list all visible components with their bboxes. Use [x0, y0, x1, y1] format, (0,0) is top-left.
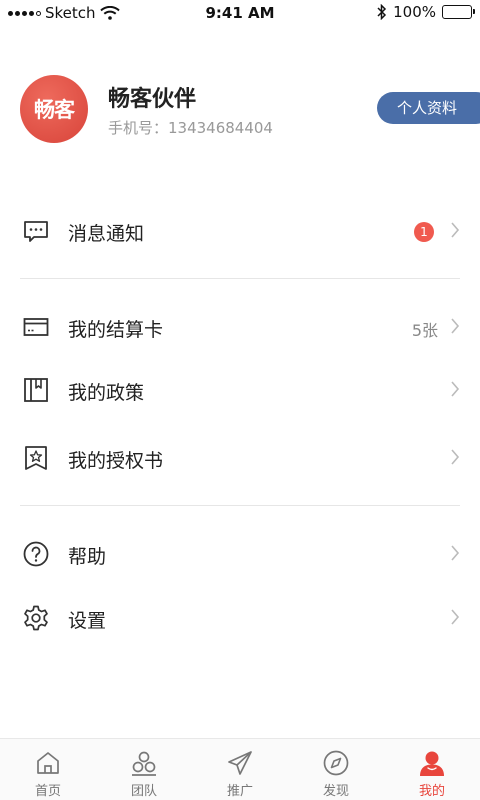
- menu-item-card[interactable]: 我的结算卡 5张: [0, 299, 480, 355]
- divider: [20, 278, 460, 279]
- tab-team[interactable]: 团队: [96, 739, 192, 800]
- menu-label-help: 帮助: [68, 546, 107, 568]
- authorization-icon: [25, 446, 47, 470]
- menu-label-card: 我的结算卡: [68, 319, 164, 341]
- tab-promote[interactable]: 推广: [192, 739, 288, 800]
- home-icon: [37, 752, 59, 774]
- avatar[interactable]: 畅客: [20, 75, 88, 143]
- menu-label-authorization: 我的授权书: [68, 450, 164, 472]
- menu-label-settings: 设置: [68, 610, 107, 632]
- tab-label-mine: 我的: [418, 784, 445, 799]
- chevron-right-icon: [451, 318, 460, 334]
- chevron-right-icon: [451, 449, 460, 465]
- menu-item-authorization[interactable]: 我的授权书: [0, 430, 480, 486]
- avatar-text: 畅客: [34, 98, 75, 122]
- bottom-nav: 首页 团队 推广 发现 我的: [0, 738, 480, 800]
- message-icon: [24, 221, 48, 242]
- help-icon: [23, 541, 49, 567]
- tab-label-promote: 推广: [226, 784, 253, 799]
- tab-label-team: 团队: [130, 784, 157, 799]
- tab-home[interactable]: 首页: [0, 739, 96, 800]
- paper-plane-icon: [228, 751, 252, 775]
- menu-label-policy: 我的政策: [68, 382, 145, 404]
- chevron-right-icon: [451, 609, 460, 625]
- card-count: 5张: [411, 321, 438, 340]
- chevron-right-icon: [451, 381, 460, 397]
- menu-item-messages[interactable]: 消息通知 1: [0, 203, 480, 259]
- notification-badge: 1: [414, 222, 434, 242]
- profile-header: 畅客 畅客伙伴 手机号：13434684404 个人资料: [0, 75, 480, 145]
- user-name: 畅客伙伴: [108, 87, 197, 112]
- tab-discover[interactable]: 发现: [288, 739, 384, 800]
- profile-button[interactable]: 个人资料: [377, 92, 480, 124]
- chevron-right-icon: [451, 545, 460, 561]
- card-icon: [23, 318, 49, 336]
- team-icon: [132, 751, 156, 776]
- menu-item-help[interactable]: 帮助: [0, 526, 480, 582]
- gear-icon: [24, 605, 48, 631]
- menu-item-policy[interactable]: 我的政策: [0, 362, 480, 418]
- bluetooth-icon: [377, 4, 387, 20]
- compass-icon: [323, 750, 349, 776]
- policy-icon: [24, 378, 48, 402]
- chevron-right-icon: [451, 222, 460, 238]
- status-right: 100%: [377, 3, 475, 21]
- menu-label-messages: 消息通知: [68, 223, 145, 245]
- battery-icon: [442, 5, 475, 19]
- tab-label-home: 首页: [34, 784, 61, 799]
- user-phone: 手机号：13434684404: [108, 119, 273, 137]
- menu-item-settings[interactable]: 设置: [0, 590, 480, 646]
- status-bar: Sketch 9:41 AM 100%: [0, 0, 480, 26]
- tab-mine[interactable]: 我的: [384, 739, 480, 800]
- tab-label-discover: 发现: [322, 784, 349, 799]
- user-icon: [420, 751, 444, 776]
- divider: [20, 505, 460, 506]
- battery-percent: 100%: [393, 3, 436, 21]
